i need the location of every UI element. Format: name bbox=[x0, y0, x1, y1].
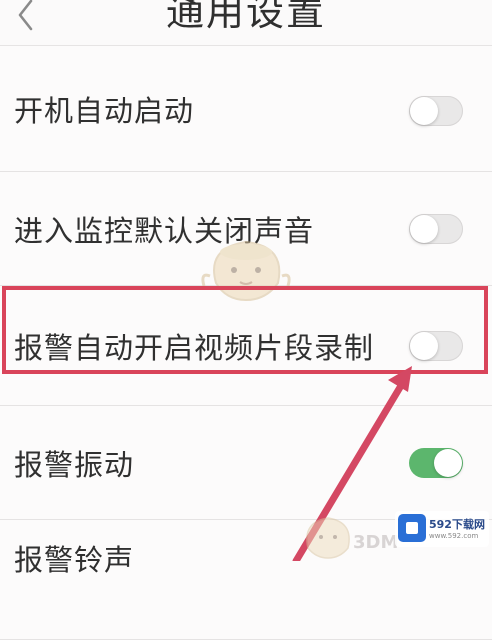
site-watermark-logo: 592下载网 www.592.com bbox=[395, 511, 489, 547]
setting-label: 开机自动启动 bbox=[14, 93, 195, 128]
site-name: 592下载网 bbox=[429, 518, 485, 531]
mute-on-monitor-toggle[interactable] bbox=[409, 213, 463, 244]
toggle-knob bbox=[410, 214, 438, 243]
setting-label: 报警铃声 bbox=[14, 543, 135, 578]
page-title: 通用设置 bbox=[165, 0, 326, 34]
highlight-box bbox=[2, 286, 488, 374]
watermark-3dm: 3DM bbox=[353, 532, 399, 553]
setting-label: 报警振动 bbox=[14, 447, 135, 482]
setting-row-alarm-vibration: 报警振动 bbox=[0, 406, 492, 520]
toggle-knob bbox=[410, 96, 438, 125]
site-url: www.592.com bbox=[429, 532, 479, 540]
site-logo-icon bbox=[398, 514, 426, 542]
alarm-vibration-toggle[interactable] bbox=[409, 447, 463, 478]
auto-start-toggle[interactable] bbox=[409, 95, 463, 126]
toggle-knob bbox=[434, 448, 462, 477]
setting-row-auto-start: 开机自动启动 bbox=[0, 46, 492, 172]
mascot-small-watermark-icon bbox=[306, 517, 350, 559]
header: 通用设置 bbox=[0, 0, 492, 46]
